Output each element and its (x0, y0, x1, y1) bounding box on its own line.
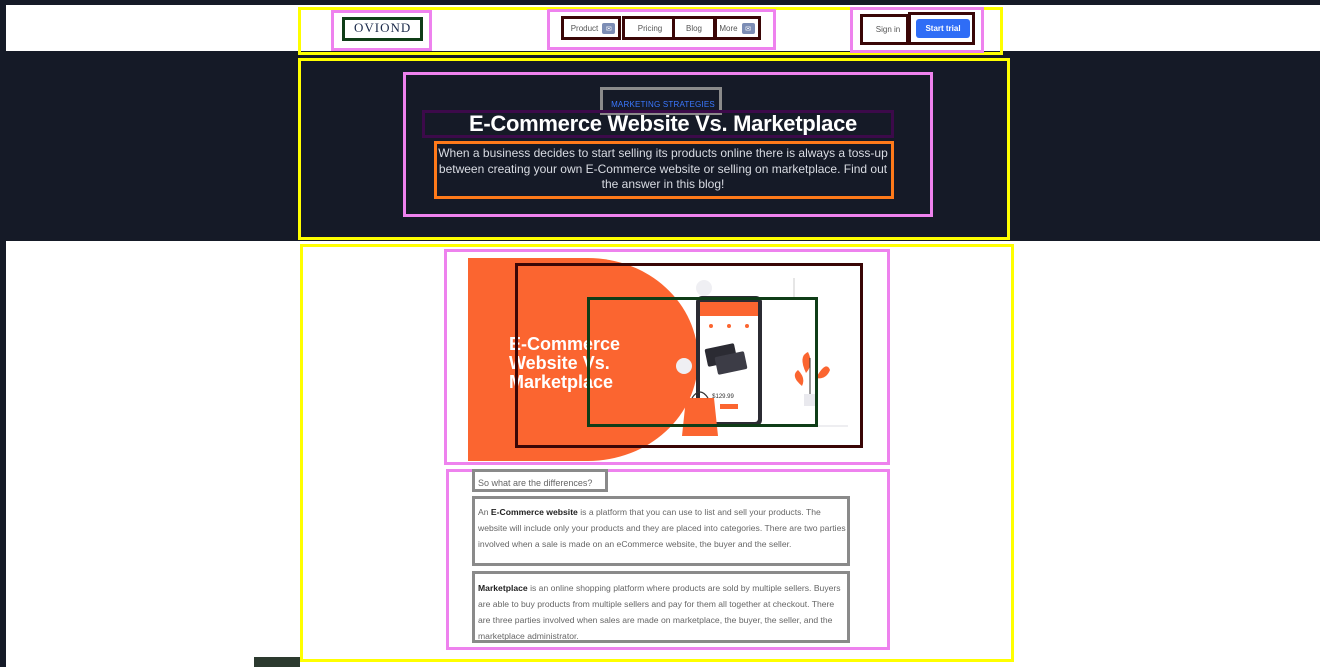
site-logo[interactable]: OVIOND (354, 20, 411, 36)
hero-section: MARKETING STRATEGIES E-Commerce Website … (6, 51, 1320, 241)
cover-image: E-Commerce Website Vs. Marketplace $129.… (468, 258, 860, 461)
nav-more[interactable]: More ✉ (714, 18, 760, 39)
page-frame: OVIOND Product ✉ Pricing Blog More ✉ Sig… (6, 5, 1320, 667)
nav-product[interactable]: Product ✉ (564, 18, 622, 39)
sign-in-button[interactable]: Sign in (869, 20, 907, 39)
mail-icon: ✉ (741, 23, 755, 34)
nav-more-label: More (719, 24, 738, 33)
page-description: When a business decides to start selling… (438, 146, 888, 191)
scrollbar-thumb[interactable] (254, 657, 300, 667)
nav-blog-label: Blog (685, 24, 702, 33)
paragraph-text: is an online shopping platform where pro… (478, 583, 841, 641)
nav-blog[interactable]: Blog (674, 18, 714, 39)
category-link[interactable]: MARKETING STRATEGIES (603, 100, 723, 109)
start-trial-button[interactable]: Start trial (916, 19, 970, 38)
article-body: E-Commerce Website Vs. Marketplace $129.… (6, 241, 1320, 667)
nav-pricing-label: Pricing (637, 24, 663, 33)
mail-icon: ✉ (602, 23, 616, 34)
nav-pricing[interactable]: Pricing (626, 18, 674, 39)
term-ecommerce: E-Commerce website (490, 507, 578, 517)
paragraph-marketplace: Marketplace is an online shopping platfo… (478, 580, 848, 644)
nav-product-label: Product (570, 24, 599, 33)
phone-illustration: $129.99 (668, 278, 848, 436)
cover-price: $129.99 (712, 394, 734, 400)
section-question: So what are the differences? (478, 478, 593, 488)
site-header: OVIOND Product ✉ Pricing Blog More ✉ Sig… (6, 5, 1320, 51)
paragraph-ecommerce: An E-Commerce website is a platform that… (478, 504, 848, 552)
page-title: E-Commerce Website Vs. Marketplace (468, 111, 857, 136)
paragraph-text: An (478, 507, 491, 517)
term-marketplace: Marketplace (478, 583, 528, 593)
